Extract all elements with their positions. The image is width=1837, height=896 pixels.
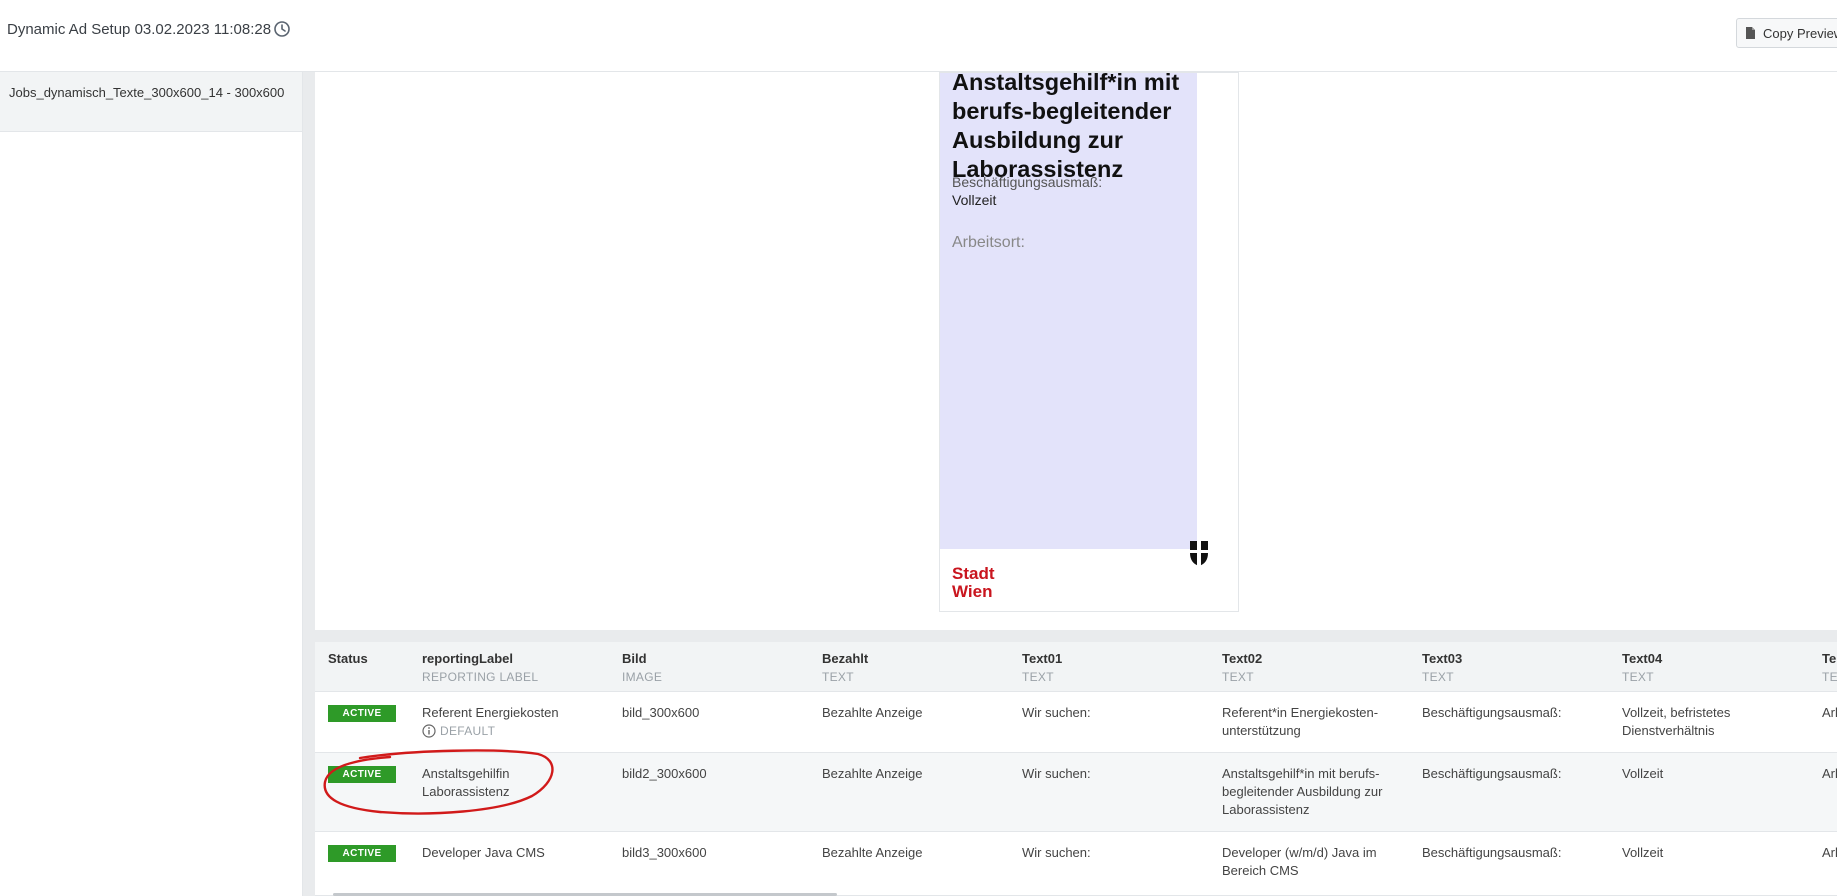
ad-workplace-label: Arbeitsort:	[952, 234, 1025, 251]
cell-text05: Arl	[1822, 705, 1837, 720]
column-header-text03[interactable]: Text03 TEXT	[1422, 650, 1462, 686]
cell-text01: Wir suchen:	[1022, 705, 1091, 720]
status-badge: ACTIVE	[328, 705, 396, 722]
column-header-bezahlt[interactable]: Bezahlt TEXT	[822, 650, 868, 686]
ad-employment-label: Beschäftigungsausmaß:	[952, 174, 1103, 190]
sidebar: Jobs_dynamisch_Texte_300x600_14 - 300x60…	[0, 72, 303, 896]
ad-preview: Anstaltsgehilf*in mit berufs-begleitende…	[939, 72, 1239, 612]
status-badge: ACTIVE	[328, 845, 396, 862]
column-header-status[interactable]: Status	[328, 650, 368, 668]
logo-line-2: Wien	[952, 582, 993, 601]
cell-reporting-label: Referent Energiekosten DEFAULT	[422, 704, 612, 740]
column-header-reporting-label[interactable]: reportingLabel REPORTING LABEL	[422, 650, 538, 686]
variants-table: Status reportingLabel REPORTING LABEL Bi…	[315, 642, 1837, 896]
cell-text01: Wir suchen:	[1022, 845, 1091, 860]
column-header-text02[interactable]: Text02 TEXT	[1222, 650, 1262, 686]
cell-bild: bild2_300x600	[622, 766, 707, 781]
column-header-text05[interactable]: Te TE	[1822, 650, 1837, 686]
page-title: Dynamic Ad Setup 03.02.2023 11:08:28	[7, 21, 272, 38]
vienna-emblem-icon	[1190, 541, 1208, 566]
cell-reporting-label: Anstaltsgehilfin Laborassistenz	[422, 766, 510, 799]
ad-text-panel: Anstaltsgehilf*in mit berufs-begleitende…	[940, 73, 1197, 549]
cell-text04: Vollzeit, befristetes Dienstverhältnis	[1622, 705, 1731, 738]
reporting-label-text: Referent Energiekosten	[422, 705, 559, 720]
cell-text03: Beschäftigungsausmaß:	[1422, 845, 1562, 860]
cell-bezahlt: Bezahlte Anzeige	[822, 766, 923, 781]
ad-employment-value: Vollzeit	[952, 192, 997, 208]
column-header-bild[interactable]: Bild IMAGE	[622, 650, 662, 686]
sidebar-item-ad-variant[interactable]: Jobs_dynamisch_Texte_300x600_14 - 300x60…	[0, 72, 302, 132]
default-marker: DEFAULT	[422, 722, 612, 740]
column-header-text04[interactable]: Text04 TEXT	[1622, 650, 1662, 686]
table-header: Status reportingLabel REPORTING LABEL Bi…	[315, 642, 1837, 692]
stadt-wien-logo: Stadt Wien	[952, 565, 995, 601]
sidebar-divider	[303, 72, 315, 896]
cell-text03: Beschäftigungsausmaß:	[1422, 766, 1562, 781]
cell-bild: bild3_300x600	[622, 845, 707, 860]
cell-text02: Developer (w/m/d) Java im Bereich CMS	[1222, 845, 1377, 878]
cell-text04: Vollzeit	[1622, 766, 1664, 781]
copy-preview-label: Copy Preview	[1763, 25, 1837, 41]
cell-text02: Anstaltsgehilf*in mit berufs-begleitende…	[1222, 766, 1383, 817]
cell-text05: Arl	[1822, 845, 1837, 860]
copy-preview-button[interactable]: Copy Preview	[1736, 18, 1837, 48]
status-badge: ACTIVE	[328, 766, 396, 783]
cell-text01: Wir suchen:	[1022, 766, 1091, 781]
table-row[interactable]: ACTIVE Referent Energiekosten DEFAULT bi…	[315, 692, 1837, 753]
cell-text02: Referent*in Energiekosten-unterstützung	[1222, 705, 1379, 738]
cell-bild: bild_300x600	[622, 705, 700, 720]
table-row[interactable]: ACTIVE Anstaltsgehilfin Laborassistenz b…	[315, 753, 1837, 832]
info-icon	[422, 724, 436, 738]
cell-text04: Vollzeit	[1622, 845, 1664, 860]
logo-line-1: Stadt	[952, 564, 995, 583]
top-bar: Dynamic Ad Setup 03.02.2023 11:08:28 Cop…	[0, 0, 1837, 72]
default-label: DEFAULT	[440, 724, 496, 738]
ad-headline: Anstaltsgehilf*in mit berufs-begleitende…	[952, 72, 1180, 182]
table-row[interactable]: ACTIVE Developer Java CMS bild3_300x600 …	[315, 832, 1837, 896]
history-clock-icon[interactable]	[273, 20, 291, 38]
column-header-text01[interactable]: Text01 TEXT	[1022, 650, 1062, 686]
cell-reporting-label: Developer Java CMS	[422, 845, 545, 860]
variants-table-area: Status reportingLabel REPORTING LABEL Bi…	[315, 630, 1837, 896]
document-copy-icon	[1746, 27, 1755, 39]
cell-text05: Arl	[1822, 766, 1837, 781]
cell-bezahlt: Bezahlte Anzeige	[822, 845, 923, 860]
cell-text03: Beschäftigungsausmaß:	[1422, 705, 1562, 720]
cell-bezahlt: Bezahlte Anzeige	[822, 705, 923, 720]
